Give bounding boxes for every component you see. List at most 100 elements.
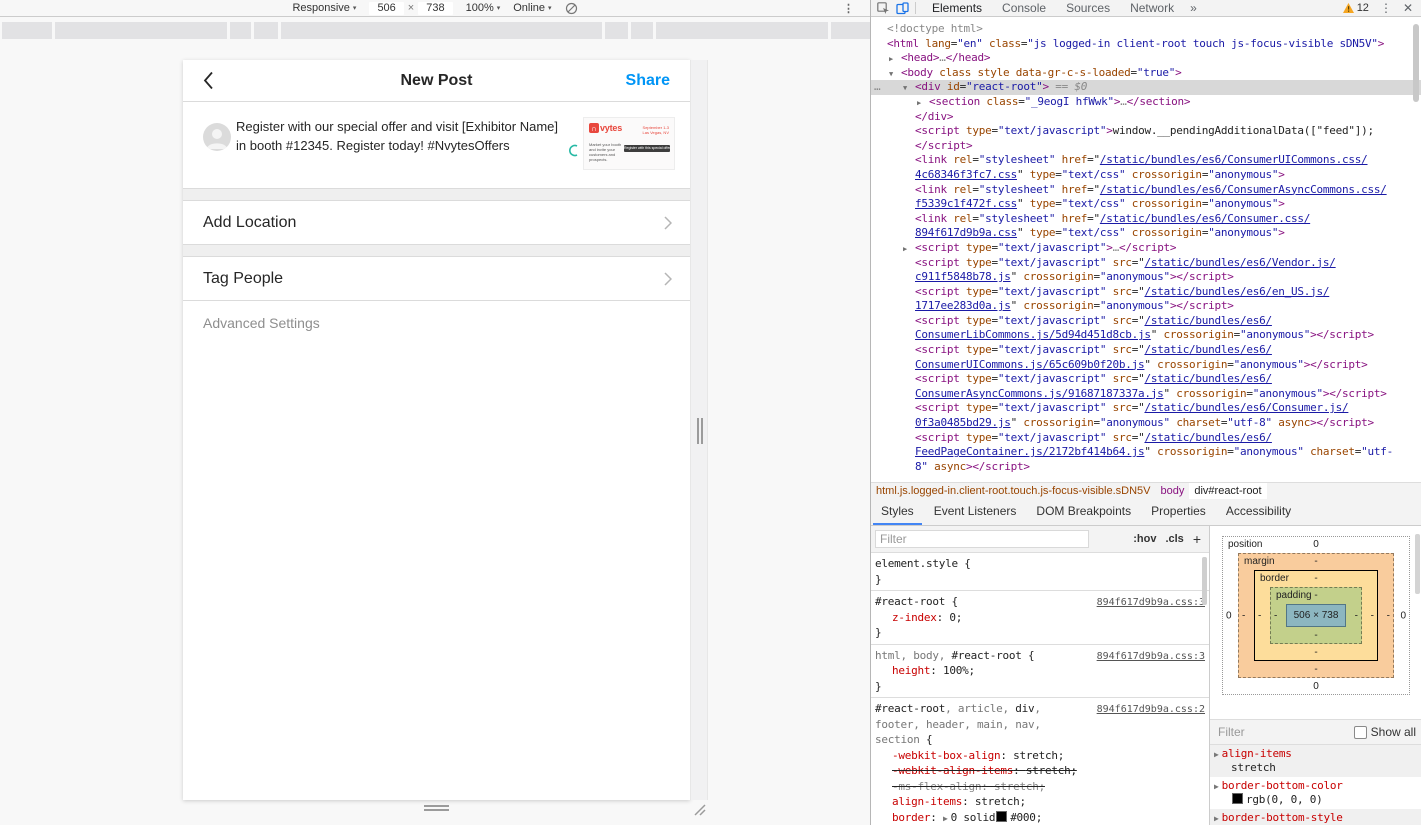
styles-pane-scrollbar[interactable]: [1202, 557, 1207, 605]
no-throttling-icon[interactable]: [565, 2, 578, 15]
tree-line[interactable]: <link rel="stylesheet" href="/static/bun…: [871, 153, 1421, 168]
css-rule[interactable]: element.style {}: [871, 553, 1209, 591]
collapse-icon[interactable]: ▼: [903, 81, 907, 96]
css-rule[interactable]: 894f617d9b9a.css:3#react-root {z-index: …: [871, 591, 1209, 645]
tree-line[interactable]: …▼<div id="react-root"> == $0: [871, 80, 1421, 95]
devtools-tab-network[interactable]: Network: [1120, 0, 1184, 16]
tree-line[interactable]: 1717ee283d0a.js" crossorigin="anonymous"…: [871, 299, 1421, 314]
tree-line[interactable]: 8" async></script>: [871, 460, 1421, 475]
tree-line[interactable]: <!doctype html>: [871, 22, 1421, 37]
expand-icon[interactable]: ▶: [1214, 814, 1219, 823]
computed-filter-input[interactable]: Filter: [1218, 725, 1245, 739]
toggle-hover-state-button[interactable]: :hov: [1133, 533, 1156, 545]
css-source-link[interactable]: 894f617d9b9a.css:3: [1097, 649, 1205, 665]
viewport-resize-gutter[interactable]: [690, 60, 708, 800]
expand-icon[interactable]: ▶: [889, 52, 893, 67]
devtools-tab-sources[interactable]: Sources: [1056, 0, 1120, 16]
caption-textarea[interactable]: Register with our special offer and visi…: [236, 117, 560, 167]
show-all-checkbox[interactable]: [1354, 726, 1367, 739]
back-chevron-icon[interactable]: [203, 71, 214, 95]
devtools-menu-icon[interactable]: ⋮: [1380, 1, 1392, 15]
tree-line[interactable]: ▶<script type="text/javascript">…</scrip…: [871, 241, 1421, 256]
toggle-class-button[interactable]: .cls: [1165, 533, 1183, 545]
tree-line[interactable]: <script type="text/javascript" src="/sta…: [871, 401, 1421, 416]
tree-line[interactable]: <html lang="en" class="js logged-in clie…: [871, 37, 1421, 52]
zoom-dropdown[interactable]: 100% ▾: [466, 2, 501, 14]
breadcrumb-item[interactable]: html.js.logged-in.client-root.touch.js-f…: [871, 483, 1156, 499]
computed-property[interactable]: ▶align-itemsstretch: [1210, 745, 1421, 777]
sidebar-tab-properties[interactable]: Properties: [1141, 499, 1216, 525]
device-toolbar-menu-icon[interactable]: ⋮: [843, 2, 854, 15]
expand-icon[interactable]: ▶: [903, 242, 907, 257]
css-rule[interactable]: 894f617d9b9a.css:3html, body, #react-roo…: [871, 645, 1209, 699]
tree-line[interactable]: <script type="text/javascript" src="/sta…: [871, 314, 1421, 329]
tree-line[interactable]: ▶<head>…</head>: [871, 51, 1421, 66]
tree-line[interactable]: 4c68346f3fc7.css" type="text/css" crosso…: [871, 168, 1421, 183]
throttling-dropdown[interactable]: Online ▾: [513, 2, 551, 14]
tree-line[interactable]: <script type="text/javascript">window.__…: [871, 124, 1421, 139]
sidebar-tab-dom-breakpoints[interactable]: DOM Breakpoints: [1026, 499, 1141, 525]
box-model-border-layer[interactable]: border - - - - padding - - -: [1254, 570, 1378, 661]
sidebar-tab-accessibility[interactable]: Accessibility: [1216, 499, 1301, 525]
new-style-rule-button[interactable]: +: [1193, 531, 1201, 547]
box-model-margin-layer[interactable]: margin - - - - border - - - -: [1238, 553, 1394, 678]
tree-line[interactable]: FeedPageContainer.js/2172bf414b64.js" cr…: [871, 445, 1421, 460]
css-property[interactable]: z-index: 0;: [875, 610, 1205, 626]
console-warnings-badge[interactable]: 12: [1343, 2, 1369, 14]
box-model-position-layer[interactable]: position 0 0 0 0 margin - - - -: [1222, 536, 1410, 695]
tree-line[interactable]: <script type="text/javascript" src="/sta…: [871, 285, 1421, 300]
sidebar-tab-event-listeners[interactable]: Event Listeners: [924, 499, 1027, 525]
tree-line[interactable]: ConsumerAsyncCommons.js/91687187337a.js"…: [871, 387, 1421, 402]
expand-icon[interactable]: ▶: [1214, 782, 1219, 791]
advanced-settings-link[interactable]: Advanced Settings: [183, 301, 690, 345]
css-property[interactable]: height: 100%;: [875, 663, 1205, 679]
tree-line[interactable]: ▼<body class style data-gr-c-s-loaded="t…: [871, 66, 1421, 81]
tree-line[interactable]: <script type="text/javascript" src="/sta…: [871, 256, 1421, 271]
post-media-thumbnail[interactable]: ∩ vytes September 1-3 Las Vegas, NV Mark…: [583, 117, 675, 170]
css-property[interactable]: -ms-flex-align: stretch;: [875, 779, 1205, 795]
computed-property[interactable]: ▶border-bottom-colorrgb(0, 0, 0): [1210, 777, 1421, 809]
close-icon[interactable]: ✕: [1403, 1, 1413, 15]
viewport-width-input[interactable]: 506: [369, 2, 403, 15]
devtools-tab-elements[interactable]: Elements: [922, 0, 992, 16]
css-property[interactable]: align-items: stretch;: [875, 794, 1205, 810]
expand-icon[interactable]: ▶: [1214, 750, 1219, 759]
viewport-corner-resize-handle[interactable]: [691, 801, 707, 822]
tree-line[interactable]: ConsumerUICommons.js/65c609b0f20b.js" cr…: [871, 358, 1421, 373]
styles-filter-input[interactable]: [875, 530, 1089, 548]
tree-line[interactable]: <script type="text/javascript" src="/sta…: [871, 431, 1421, 446]
css-property[interactable]: border: ▶0 solid#000;: [875, 810, 1205, 825]
css-source-link[interactable]: 894f617d9b9a.css:3: [1097, 595, 1205, 611]
device-toolbar-toggle-icon[interactable]: [896, 2, 909, 15]
tree-line[interactable]: <script type="text/javascript" src="/sta…: [871, 343, 1421, 358]
expand-icon[interactable]: ▶: [917, 96, 921, 111]
add-location-row[interactable]: Add Location: [183, 200, 690, 245]
computed-pane-scrollbar[interactable]: [1415, 534, 1420, 594]
tree-line[interactable]: 894f617d9b9a.css" type="text/css" crosso…: [871, 226, 1421, 241]
elements-tree-scrollbar[interactable]: [1413, 24, 1419, 102]
tree-line[interactable]: </script>: [871, 139, 1421, 154]
viewport-bottom-resize-handle[interactable]: [424, 805, 449, 811]
tree-line[interactable]: ▶<section class="_9eogI hfWwk">…</sectio…: [871, 95, 1421, 110]
css-property[interactable]: -webkit-box-align: stretch;: [875, 748, 1205, 764]
viewport-height-input[interactable]: 738: [418, 2, 452, 15]
computed-property[interactable]: ▶border-bottom-style: [1210, 809, 1421, 825]
box-model-content-box[interactable]: 506 × 738: [1286, 604, 1346, 627]
more-tabs-icon[interactable]: »: [1184, 1, 1203, 15]
device-mode-dropdown[interactable]: Responsive ▾: [292, 2, 356, 14]
tree-line[interactable]: c911f5848b78.js" crossorigin="anonymous"…: [871, 270, 1421, 285]
share-button[interactable]: Share: [626, 72, 670, 90]
collapse-icon[interactable]: ▼: [889, 67, 893, 82]
tree-line[interactable]: 0f3a0485bd29.js" crossorigin="anonymous"…: [871, 416, 1421, 431]
tree-line[interactable]: <script type="text/javascript" src="/sta…: [871, 372, 1421, 387]
box-model-padding-layer[interactable]: padding - - - - 506 × 738: [1270, 587, 1362, 644]
color-swatch[interactable]: [996, 811, 1007, 822]
line-overflow-icon[interactable]: …: [874, 80, 882, 95]
css-property[interactable]: -webkit-align-items: stretch;: [875, 763, 1205, 779]
inspect-element-icon[interactable]: [877, 2, 890, 15]
css-source-link[interactable]: 894f617d9b9a.css:2: [1097, 702, 1205, 718]
breadcrumb-item[interactable]: body: [1156, 483, 1190, 499]
tree-line[interactable]: ConsumerLibCommons.js/5d94d451d8cb.js" c…: [871, 328, 1421, 343]
tree-line[interactable]: f5339c1f472f.css" type="text/css" crosso…: [871, 197, 1421, 212]
tree-line[interactable]: <link rel="stylesheet" href="/static/bun…: [871, 212, 1421, 227]
